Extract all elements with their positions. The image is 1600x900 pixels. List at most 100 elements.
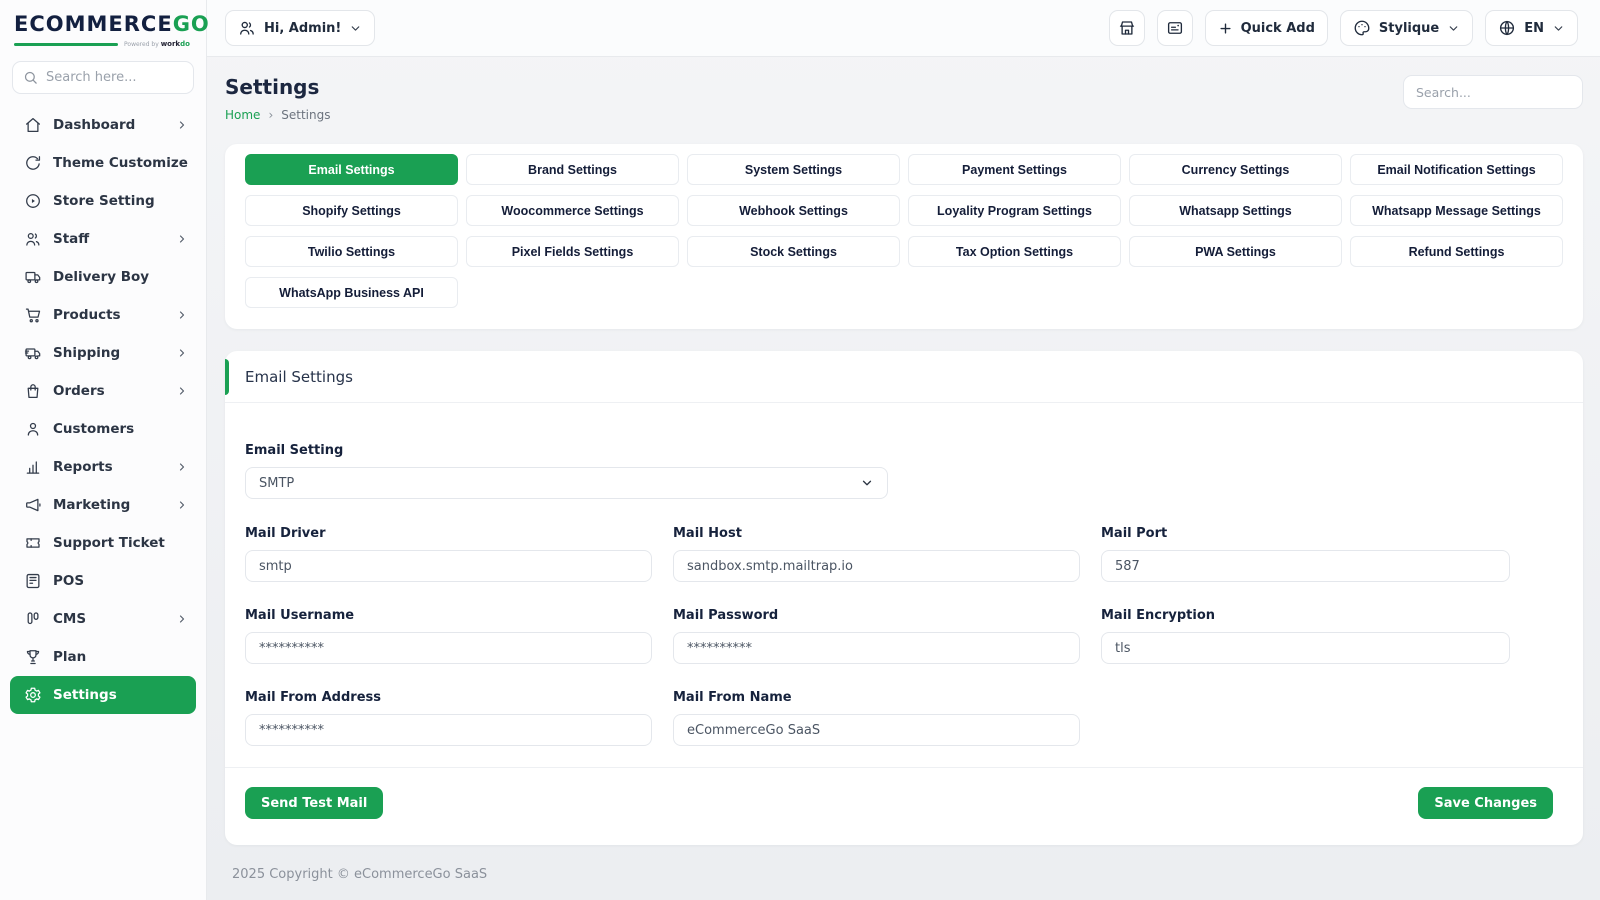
sidebar-item-staff[interactable]: Staff	[10, 220, 196, 258]
mail-from-name-input[interactable]	[673, 714, 1080, 746]
sidebar-item-products[interactable]: Products	[10, 296, 196, 334]
chevron-right-icon: ›	[268, 108, 273, 122]
sidebar-item-plan[interactable]: Plan	[10, 638, 196, 676]
sidebar-item-support-ticket[interactable]: Support Ticket	[10, 524, 196, 562]
users-icon	[238, 19, 256, 37]
mail-driver-input[interactable]	[245, 550, 652, 582]
tab-email-settings[interactable]: Email Settings	[245, 154, 458, 185]
mail-host-input[interactable]	[673, 550, 1080, 582]
chevron-right-icon	[176, 119, 188, 131]
sidebar-item-pos[interactable]: POS	[10, 562, 196, 600]
sidebar-item-label: Products	[53, 307, 165, 323]
main-content: Settings Home › Settings Email SettingsB…	[207, 0, 1600, 882]
tab-currency-settings[interactable]: Currency Settings	[1129, 154, 1342, 185]
chevron-right-icon	[176, 233, 188, 245]
topbar: Hi, Admin! Quick Add Stylique	[207, 0, 1600, 57]
sidebar-item-delivery-boy[interactable]: Delivery Boy	[10, 258, 196, 296]
mail-username-input[interactable]	[245, 632, 652, 664]
tab-woocommerce-settings[interactable]: Woocommerce Settings	[466, 195, 679, 226]
logo[interactable]: ECOMMERCEGO Powered by workdo	[0, 0, 206, 48]
storefront-button[interactable]	[1109, 10, 1145, 46]
tab-whatsapp-business-api[interactable]: WhatsApp Business API	[245, 277, 458, 308]
page-search-input[interactable]	[1416, 85, 1570, 100]
tab-payment-settings[interactable]: Payment Settings	[908, 154, 1121, 185]
sidebar-search[interactable]	[12, 61, 194, 94]
sidebar-item-label: CMS	[53, 611, 165, 627]
breadcrumb-home-link[interactable]: Home	[225, 108, 260, 122]
chevron-right-icon	[176, 499, 188, 511]
tab-tax-option-settings[interactable]: Tax Option Settings	[908, 236, 1121, 267]
tab-pixel-fields-settings[interactable]: Pixel Fields Settings	[466, 236, 679, 267]
sidebar-item-settings[interactable]: Settings	[10, 676, 196, 714]
cms-layout-icon	[24, 610, 42, 628]
chevron-right-icon	[176, 613, 188, 625]
sidebar-item-orders[interactable]: Orders	[10, 372, 196, 410]
tab-email-notification-settings[interactable]: Email Notification Settings	[1350, 154, 1563, 185]
mail-port-label: Mail Port	[1101, 526, 1510, 541]
sidebar-item-label: Theme Customize	[53, 155, 188, 171]
admin-menu-label: Hi, Admin!	[264, 21, 341, 36]
language-label: EN	[1524, 21, 1544, 36]
tab-shopify-settings[interactable]: Shopify Settings	[245, 195, 458, 226]
sidebar-item-label: Plan	[53, 649, 188, 665]
sidebar-item-dashboard[interactable]: Dashboard	[10, 106, 196, 144]
sidebar-item-theme-customize[interactable]: Theme Customize	[10, 144, 196, 182]
send-test-mail-button[interactable]: Send Test Mail	[245, 787, 383, 819]
page-search[interactable]	[1403, 75, 1583, 109]
sidebar-item-store-setting[interactable]: Store Setting	[10, 182, 196, 220]
user-icon	[24, 420, 42, 438]
tab-system-settings[interactable]: System Settings	[687, 154, 900, 185]
mail-port-input[interactable]	[1101, 550, 1510, 582]
search-icon	[23, 70, 38, 85]
powered-by-label: Powered by workdo	[124, 40, 190, 48]
sidebar-item-label: Customers	[53, 421, 188, 437]
mail-driver-label: Mail Driver	[245, 526, 652, 541]
bag-icon	[24, 382, 42, 400]
tab-brand-settings[interactable]: Brand Settings	[466, 154, 679, 185]
tab-whatsapp-message-settings[interactable]: Whatsapp Message Settings	[1350, 195, 1563, 226]
tab-stock-settings[interactable]: Stock Settings	[687, 236, 900, 267]
sidebar-search-input[interactable]	[46, 70, 183, 85]
admin-menu-button[interactable]: Hi, Admin!	[225, 10, 375, 46]
sidebar-item-customers[interactable]: Customers	[10, 410, 196, 448]
tab-webhook-settings[interactable]: Webhook Settings	[687, 195, 900, 226]
section-header: Email Settings	[225, 351, 1583, 403]
tab-loyality-program-settings[interactable]: Loyality Program Settings	[908, 195, 1121, 226]
cart-icon	[24, 306, 42, 324]
language-menu-button[interactable]: EN	[1485, 10, 1578, 46]
sidebar-item-reports[interactable]: Reports	[10, 448, 196, 486]
plus-icon	[1218, 21, 1233, 36]
mail-host-label: Mail Host	[673, 526, 1080, 541]
tab-twilio-settings[interactable]: Twilio Settings	[245, 236, 458, 267]
tab-pwa-settings[interactable]: PWA Settings	[1129, 236, 1342, 267]
sidebar-nav: Dashboard Theme Customize Store SettingSta…	[0, 104, 206, 716]
mail-password-input[interactable]	[673, 632, 1080, 664]
logo-underline	[14, 43, 118, 46]
quick-add-button[interactable]: Quick Add	[1205, 10, 1328, 46]
email-setting-select[interactable]: SMTP	[245, 467, 888, 499]
tab-refund-settings[interactable]: Refund Settings	[1350, 236, 1563, 267]
email-setting-selected-value: SMTP	[259, 476, 294, 491]
globe-icon	[1498, 19, 1516, 37]
sidebar-item-cms[interactable]: CMS	[10, 600, 196, 638]
sidebar-item-shipping[interactable]: Shipping	[10, 334, 196, 372]
mail-from-address-input[interactable]	[245, 714, 652, 746]
tab-whatsapp-settings[interactable]: Whatsapp Settings	[1129, 195, 1342, 226]
sidebar-item-label: Shipping	[53, 345, 165, 361]
sidebar-item-label: Marketing	[53, 497, 165, 513]
theme-rotate-icon	[24, 154, 42, 172]
sidebar-item-marketing[interactable]: Marketing	[10, 486, 196, 524]
stylique-menu-button[interactable]: Stylique	[1340, 10, 1473, 46]
save-changes-button[interactable]: Save Changes	[1418, 787, 1553, 819]
card-button[interactable]	[1157, 10, 1193, 46]
palette-icon	[1353, 19, 1371, 37]
mail-from-address-label: Mail From Address	[245, 690, 652, 705]
id-card-icon	[1166, 19, 1184, 37]
sidebar-item-label: Settings	[53, 687, 188, 703]
mail-encryption-label: Mail Encryption	[1101, 608, 1510, 623]
breadcrumb-current: Settings	[281, 108, 330, 122]
mail-encryption-input[interactable]	[1101, 632, 1510, 664]
logo-text: ECOMMERCEGO	[14, 12, 192, 36]
stylique-label: Stylique	[1379, 21, 1439, 36]
sidebar-item-label: Delivery Boy	[53, 269, 188, 285]
